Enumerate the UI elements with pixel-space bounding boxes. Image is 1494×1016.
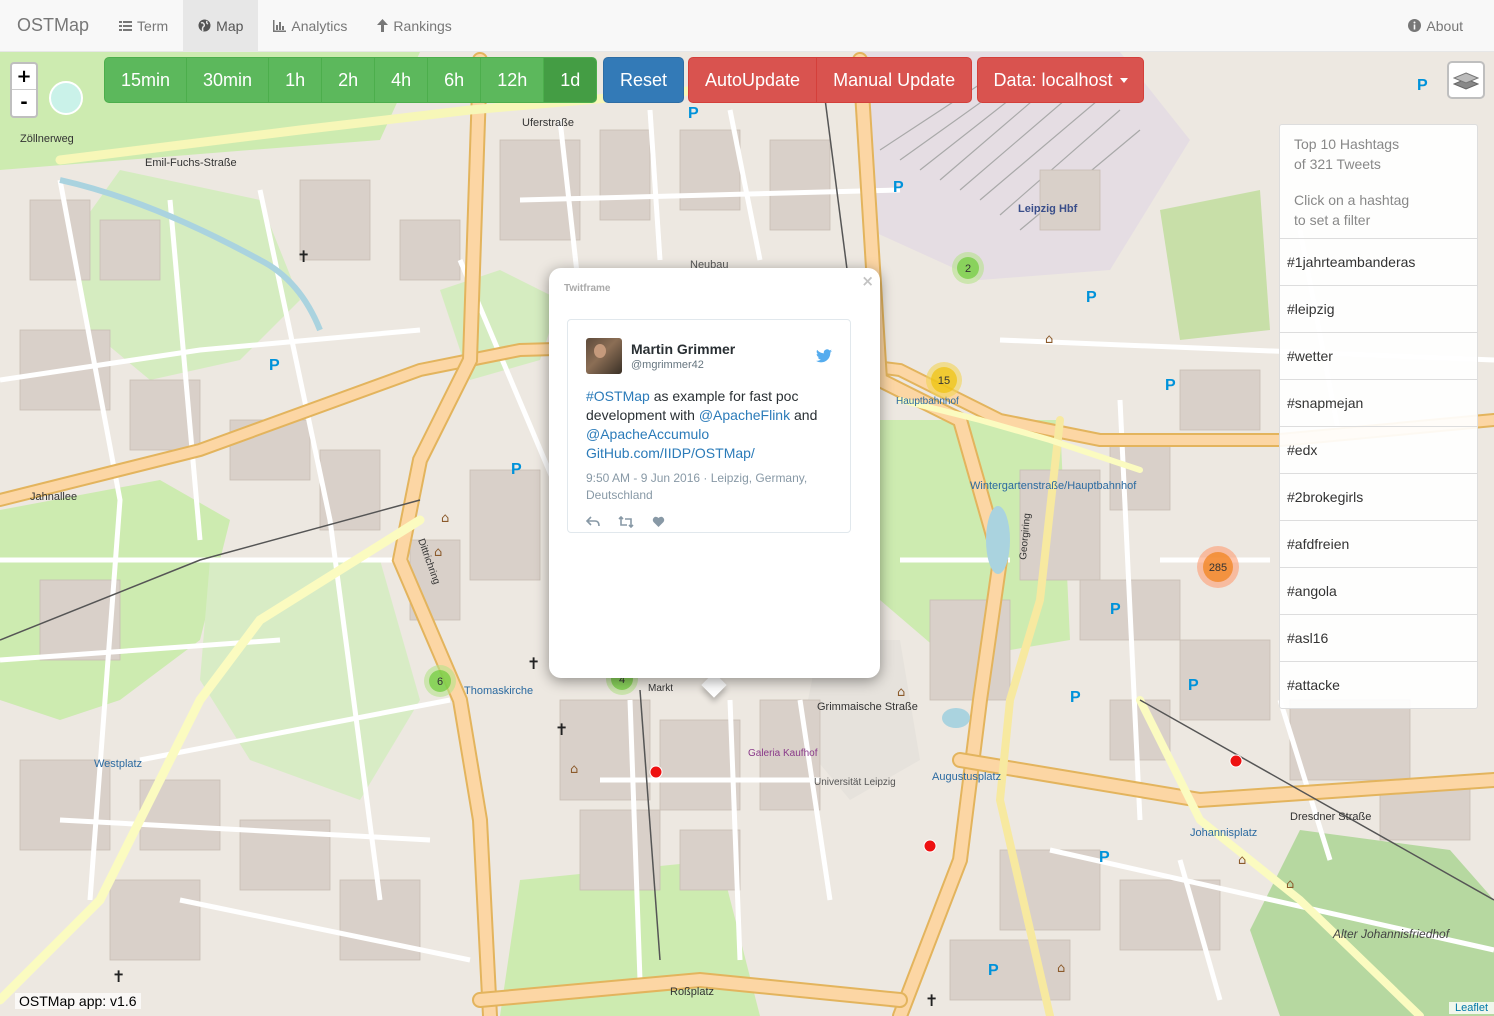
hashtag-panel: Top 10 Hashtags of 321 Tweets Click on a … <box>1279 124 1478 709</box>
info-circle-icon <box>1408 19 1422 32</box>
update-group: AutoUpdate Manual Update <box>688 57 973 103</box>
layers-icon <box>1453 72 1479 90</box>
retweet-icon[interactable] <box>618 516 634 528</box>
tweet-mention-link[interactable]: @ApacheAccumulo <box>586 426 709 442</box>
time-filter-group: 15min 30min 1h 2h 4h 6h 12h 1d <box>104 57 598 103</box>
bar-chart-icon <box>273 19 287 32</box>
tweet-meta[interactable]: 9:50 AM - 9 Jun 2016 · Leipzig, Germany,… <box>586 470 832 504</box>
leaflet-attribution[interactable]: Leaflet <box>1448 1002 1494 1014</box>
cluster-marker[interactable]: 6 <box>424 665 456 697</box>
twitter-bird-icon[interactable] <box>816 349 832 363</box>
hashtag-item[interactable]: #afdfreien <box>1280 520 1477 567</box>
location-marker[interactable] <box>49 81 83 115</box>
time-filter-30min[interactable]: 30min <box>187 58 270 102</box>
hashtag-item[interactable]: #angola <box>1280 567 1477 614</box>
popup-close-button[interactable]: × <box>861 272 874 290</box>
tweet-url-link[interactable]: GitHub.com/IIDP/OSTMap/ <box>586 445 755 461</box>
nav-rankings-label: Rankings <box>393 17 452 34</box>
cluster-count: 2 <box>965 263 971 275</box>
hashtag-item[interactable]: #1jahrteambanderas <box>1280 238 1477 285</box>
tweet-popup: × Twitframe Martin Grimmer @mgrimmer42 #… <box>549 268 880 678</box>
tweet-actions <box>586 516 832 528</box>
avatar[interactable] <box>586 338 622 374</box>
data-source-dropdown[interactable]: Data: localhost <box>977 57 1144 103</box>
cluster-count: 15 <box>938 375 950 387</box>
globe-icon <box>198 19 211 32</box>
tweet-time: 9:50 AM - 9 Jun 2016 · Leipzig, Germany, <box>586 471 808 485</box>
time-filter-6h[interactable]: 6h <box>428 58 482 102</box>
cluster-marker[interactable]: 285 <box>1197 546 1239 588</box>
caret-down-icon <box>1119 77 1128 83</box>
hashtag-item[interactable]: #2brokegirls <box>1280 473 1477 520</box>
nav-rankings[interactable]: Rankings <box>362 0 466 51</box>
top-navbar: OSTMap Term Map Analytics Rankings About <box>0 0 1494 52</box>
reset-button[interactable]: Reset <box>603 57 684 103</box>
nav-map[interactable]: Map <box>183 0 259 51</box>
hashtag-hint-line2: to set a filter <box>1294 212 1371 228</box>
app-version: OSTMap app: v1.6 <box>15 993 141 1009</box>
brand-logo[interactable]: OSTMap <box>0 0 104 51</box>
embedded-tweet: Martin Grimmer @mgrimmer42 #OSTMap as ex… <box>567 319 851 533</box>
tweet-place: Deutschland <box>586 488 653 502</box>
data-source-label: Data: localhost <box>993 69 1113 90</box>
layers-control[interactable] <box>1447 61 1485 99</box>
hashtag-summary-line1: Top 10 Hashtags <box>1294 136 1400 152</box>
hashtag-item[interactable]: #snapmejan <box>1280 379 1477 426</box>
heart-icon[interactable] <box>652 516 665 528</box>
time-filter-2h[interactable]: 2h <box>322 58 376 102</box>
nav-analytics[interactable]: Analytics <box>258 0 362 51</box>
nav-term-label: Term <box>137 17 169 34</box>
hashtag-info: Top 10 Hashtags of 321 Tweets Click on a … <box>1280 125 1477 238</box>
popup-title: Twitframe <box>564 283 611 294</box>
hashtag-item[interactable]: #attacke <box>1280 661 1477 708</box>
manual-update-button[interactable]: Manual Update <box>817 58 971 102</box>
time-filter-1d[interactable]: 1d <box>544 58 597 102</box>
cluster-marker[interactable]: 15 <box>926 362 962 398</box>
hashtag-item[interactable]: #leipzig <box>1280 285 1477 332</box>
tweet-author-name[interactable]: Martin Grimmer <box>631 341 735 357</box>
nav-map-label: Map <box>216 17 244 34</box>
zoom-out-button[interactable]: - <box>12 90 36 116</box>
tweet-author-handle[interactable]: @mgrimmer42 <box>631 359 735 371</box>
tweet-hashtag-link[interactable]: #OSTMap <box>586 388 650 404</box>
nav-term[interactable]: Term <box>104 0 183 51</box>
reply-icon[interactable] <box>586 516 600 528</box>
list-icon <box>119 20 133 31</box>
hashtag-summary-line2: of 321 Tweets <box>1294 156 1381 172</box>
cluster-count: 6 <box>437 676 443 688</box>
cluster-marker[interactable]: 2 <box>952 252 984 284</box>
cluster-count: 285 <box>1209 562 1227 574</box>
zoom-control: + - <box>10 62 38 118</box>
tweet-text-segment: and <box>790 407 818 423</box>
hashtag-item[interactable]: #wetter <box>1280 332 1477 379</box>
time-filter-4h[interactable]: 4h <box>375 58 429 102</box>
autoupdate-button[interactable]: AutoUpdate <box>689 58 818 102</box>
arrow-up-icon <box>377 19 389 32</box>
hashtag-item[interactable]: #edx <box>1280 426 1477 473</box>
hashtag-item[interactable]: #asl16 <box>1280 614 1477 661</box>
tweet-mention-link[interactable]: @ApacheFlink <box>699 407 790 423</box>
tweet-text: #OSTMap as example for fast poc developm… <box>586 387 832 463</box>
time-filter-12h[interactable]: 12h <box>481 58 545 102</box>
zoom-in-button[interactable]: + <box>12 64 36 90</box>
nav-about[interactable]: About <box>1393 0 1494 51</box>
time-filter-1h[interactable]: 1h <box>269 58 323 102</box>
hashtag-hint-line1: Click on a hashtag <box>1294 192 1410 208</box>
nav-analytics-label: Analytics <box>291 17 348 34</box>
nav-about-label: About <box>1426 17 1463 34</box>
time-filter-15min[interactable]: 15min <box>105 58 188 102</box>
